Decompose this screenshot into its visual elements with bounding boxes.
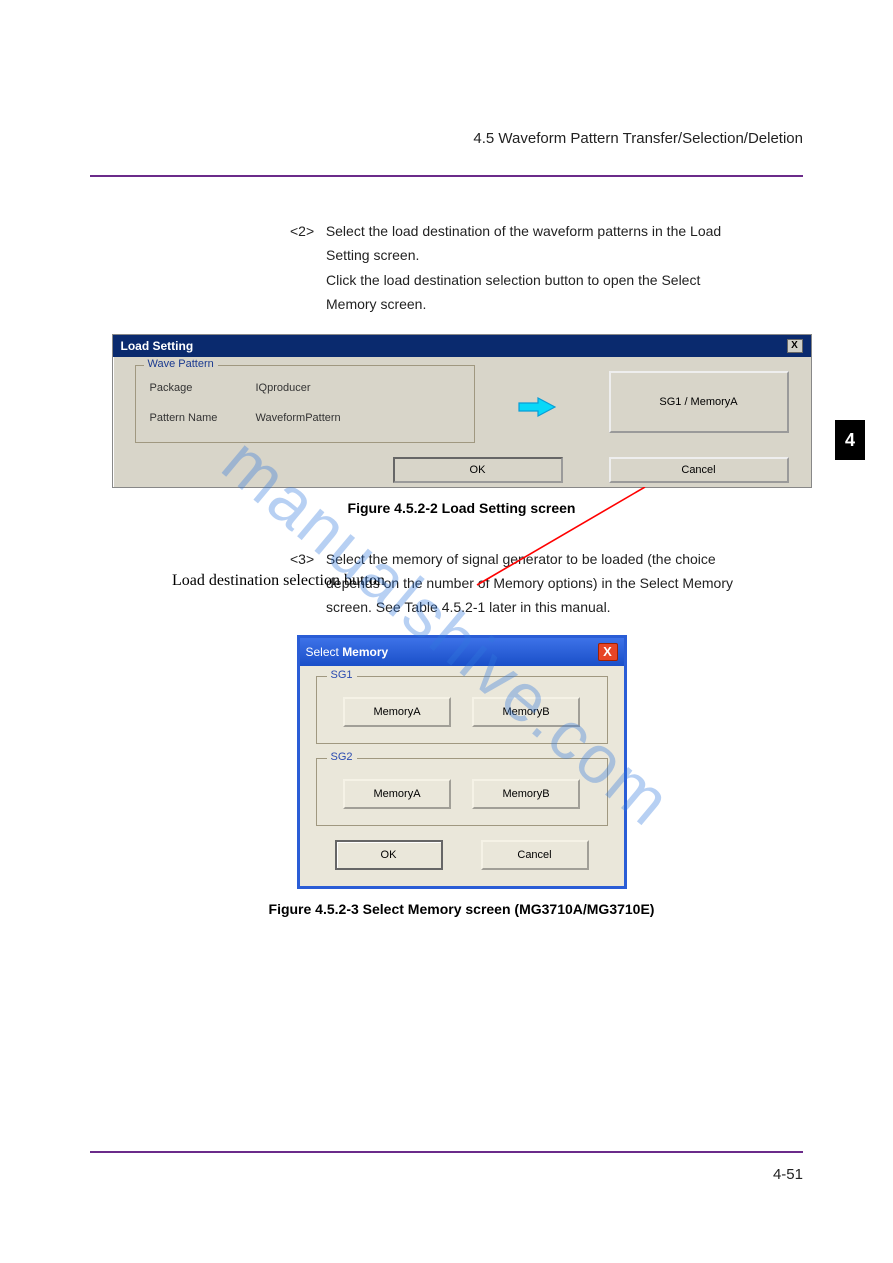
load-setting-dialog: Load Setting X Wave Pattern Package IQpr… [112, 334, 812, 488]
sg1-memory-a-button[interactable]: MemoryA [343, 697, 451, 727]
mid-line: screen. See Table 4.5.2-1 later in this … [326, 596, 813, 618]
intro-line: Setting screen. [326, 244, 813, 266]
close-icon[interactable]: X [787, 339, 803, 353]
package-value: IQproducer [256, 382, 311, 394]
footer-rule [90, 1151, 803, 1153]
wave-pattern-fieldset: Wave Pattern Package IQproducer Pattern … [135, 365, 475, 443]
pattern-name-value: WaveformPattern [256, 412, 341, 424]
callout-label: Load destination selection button [172, 572, 385, 590]
mid-line: depends on the number of Memory options)… [326, 572, 813, 594]
step-num: <2> [290, 223, 314, 239]
sg2-memory-b-button[interactable]: MemoryB [472, 779, 580, 809]
arrow-icon [518, 397, 556, 417]
close-icon[interactable]: X [598, 643, 618, 661]
intro-line: Click the load destination selection but… [326, 269, 813, 291]
figure-caption: Figure 4.5.2-2 Load Setting screen [110, 500, 813, 516]
intro-line: Select the load destination of the wavef… [326, 223, 721, 239]
dialog-titlebar: Select Memory X [300, 638, 624, 666]
cancel-button[interactable]: Cancel [609, 457, 789, 483]
dialog-title-bold: Memory [342, 645, 388, 659]
load-destination-button[interactable]: SG1 / MemoryA [609, 371, 789, 433]
dialog-titlebar: Load Setting X [113, 335, 811, 357]
intro-line: Memory screen. [326, 293, 813, 315]
figure-caption: Figure 4.5.2-3 Select Memory screen (MG3… [110, 901, 813, 917]
sg2-legend: SG2 [327, 751, 357, 763]
pattern-name-label: Pattern Name [150, 412, 218, 424]
sg2-group: SG2 MemoryA MemoryB [316, 758, 608, 826]
dialog-title: Load Setting [121, 339, 194, 353]
page-number: 4-51 [773, 1166, 803, 1183]
intro-text-block: <2> Select the load destination of the w… [290, 220, 813, 316]
sg2-memory-a-button[interactable]: MemoryA [343, 779, 451, 809]
package-label: Package [150, 382, 193, 394]
mid-line: Select the memory of signal generator to… [326, 551, 716, 567]
dialog-title-prefix: Select [306, 645, 343, 659]
fieldset-legend: Wave Pattern [144, 358, 218, 370]
ok-button[interactable]: OK [393, 457, 563, 483]
step-num: <3> [290, 551, 314, 567]
sg1-group: SG1 MemoryA MemoryB [316, 676, 608, 744]
select-memory-dialog: Select Memory X SG1 MemoryA MemoryB SG2 … [297, 635, 627, 889]
chapter-tab: 4 [835, 420, 865, 460]
sg1-legend: SG1 [327, 669, 357, 681]
sg1-memory-b-button[interactable]: MemoryB [472, 697, 580, 727]
cancel-button[interactable]: Cancel [481, 840, 589, 870]
section-header: 4.5 Waveform Pattern Transfer/Selection/… [473, 130, 803, 147]
ok-button[interactable]: OK [335, 840, 443, 870]
header-rule [90, 175, 803, 177]
